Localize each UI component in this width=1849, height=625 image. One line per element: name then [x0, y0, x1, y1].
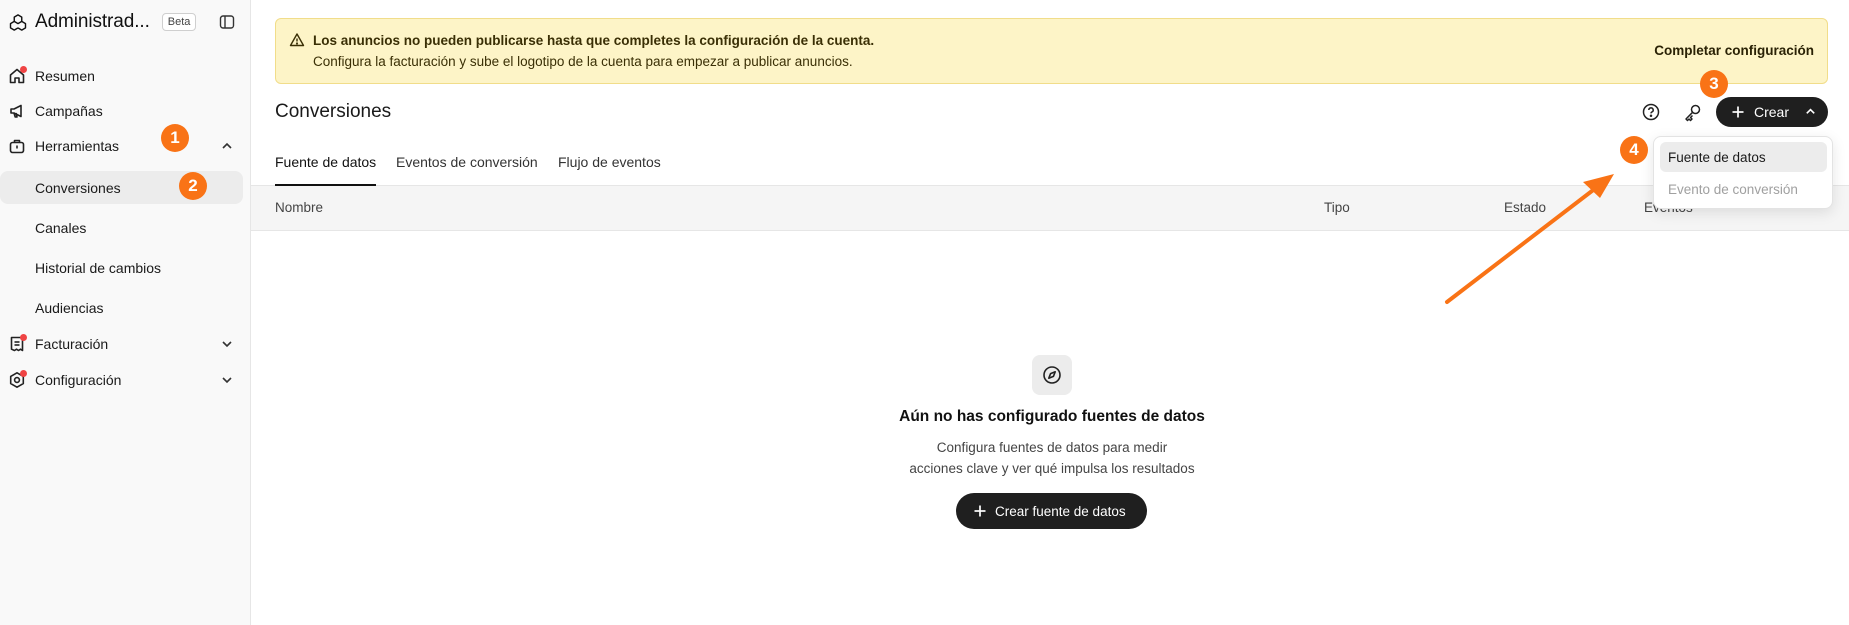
tab-fuente-de-datos[interactable]: Fuente de datos	[275, 154, 377, 186]
sidebar-item-label: Resumen	[35, 68, 95, 84]
sidebar-item-label: Historial de cambios	[35, 259, 162, 276]
step-badge-3: 3	[1700, 70, 1728, 98]
alert-description: Configura la facturación y sube el logot…	[313, 54, 853, 69]
sidebar-item-campanas[interactable]: Campañas	[0, 96, 251, 126]
create-button[interactable]: Crear	[1716, 97, 1828, 127]
toolbox-icon	[9, 139, 25, 154]
annotation-arrow	[1445, 174, 1614, 304]
sidebar-item-configuracion[interactable]: Configuración	[0, 365, 251, 395]
warning-icon	[289, 33, 305, 47]
column-header-nombre[interactable]: Nombre	[275, 200, 323, 215]
empty-state-description: Configura fuentes de datos para medir ac…	[851, 437, 1253, 479]
create-dropdown-menu: Fuente de datos Evento de conversión	[1653, 136, 1833, 209]
step-badge-1: 1	[161, 124, 189, 152]
plus-icon	[974, 505, 986, 517]
app-title: Administrad...	[35, 11, 150, 32]
sidebar-item-resumen[interactable]: Resumen	[0, 61, 251, 91]
sidebar-item-label: Audiencias	[35, 299, 104, 316]
menu-item-evento-de-conversion[interactable]: Evento de conversión	[1660, 174, 1827, 204]
megaphone-icon	[10, 104, 22, 118]
setup-alert-banner: Los anuncios no pueden publicarse hasta …	[275, 18, 1828, 84]
sidebar-item-canales[interactable]: Canales	[0, 211, 243, 244]
chevron-up-icon	[222, 142, 232, 149]
notification-dot	[20, 370, 27, 377]
step-badge-4: 4	[1620, 136, 1648, 164]
tab-flujo-de-eventos[interactable]: Flujo de eventos	[558, 154, 661, 186]
sidebar-item-historial[interactable]: Historial de cambios	[0, 251, 243, 284]
sidebar-item-audiencias[interactable]: Audiencias	[0, 291, 243, 324]
column-header-estado[interactable]: Estado	[1504, 200, 1546, 215]
compass-icon	[1032, 355, 1072, 395]
empty-state-line-2: acciones clave y ver qué impulsa los res…	[909, 461, 1195, 476]
beta-badge: Beta	[161, 13, 197, 31]
key-icon[interactable]	[1682, 101, 1704, 123]
brand: Administrad... Beta	[8, 10, 244, 34]
openai-logo-icon	[8, 12, 28, 32]
sidebar-item-label: Configuración	[35, 372, 122, 388]
sidebar-item-label: Herramientas	[35, 138, 120, 154]
column-header-tipo[interactable]: Tipo	[1324, 200, 1350, 215]
sidebar-item-label: Campañas	[35, 103, 103, 119]
table-header: Nombre Tipo Estado Eventos	[251, 186, 1849, 231]
create-data-source-label: Crear fuente de datos	[995, 504, 1126, 519]
complete-setup-link[interactable]: Completar configuración	[1654, 43, 1814, 58]
step-badge-2: 2	[179, 172, 207, 200]
tab-eventos-de-conversion[interactable]: Eventos de conversión	[396, 154, 538, 186]
sidebar-item-label: Facturación	[35, 336, 109, 352]
sidebar-toggle-icon[interactable]	[218, 13, 236, 31]
alert-title: Los anuncios no pueden publicarse hasta …	[313, 33, 875, 48]
menu-item-fuente-de-datos[interactable]: Fuente de datos	[1660, 142, 1827, 172]
chevron-down-icon	[222, 377, 232, 384]
sidebar: Administrad... Beta Resumen Campañas Her…	[0, 0, 251, 625]
help-icon[interactable]	[1640, 101, 1662, 123]
sidebar-item-label: Canales	[35, 219, 87, 236]
create-data-source-button[interactable]: Crear fuente de datos	[956, 493, 1147, 529]
sidebar-item-herramientas[interactable]: Herramientas	[0, 131, 251, 161]
page-title: Conversiones	[275, 101, 392, 122]
plus-icon	[1732, 106, 1744, 118]
empty-state-line-1: Configura fuentes de datos para medir	[936, 440, 1168, 455]
chevron-down-icon	[222, 341, 232, 348]
notification-dot	[20, 66, 27, 73]
sidebar-item-facturacion[interactable]: Facturación	[0, 329, 251, 359]
create-button-label: Crear	[1754, 104, 1790, 120]
tab-bar: Fuente de datos Eventos de conversión Fl…	[251, 139, 1849, 186]
empty-state-title: Aún no has configurado fuentes de datos	[899, 408, 1205, 425]
chevron-up-icon	[1806, 108, 1815, 114]
sidebar-item-label: Conversiones	[35, 179, 121, 196]
notification-dot	[20, 334, 27, 341]
